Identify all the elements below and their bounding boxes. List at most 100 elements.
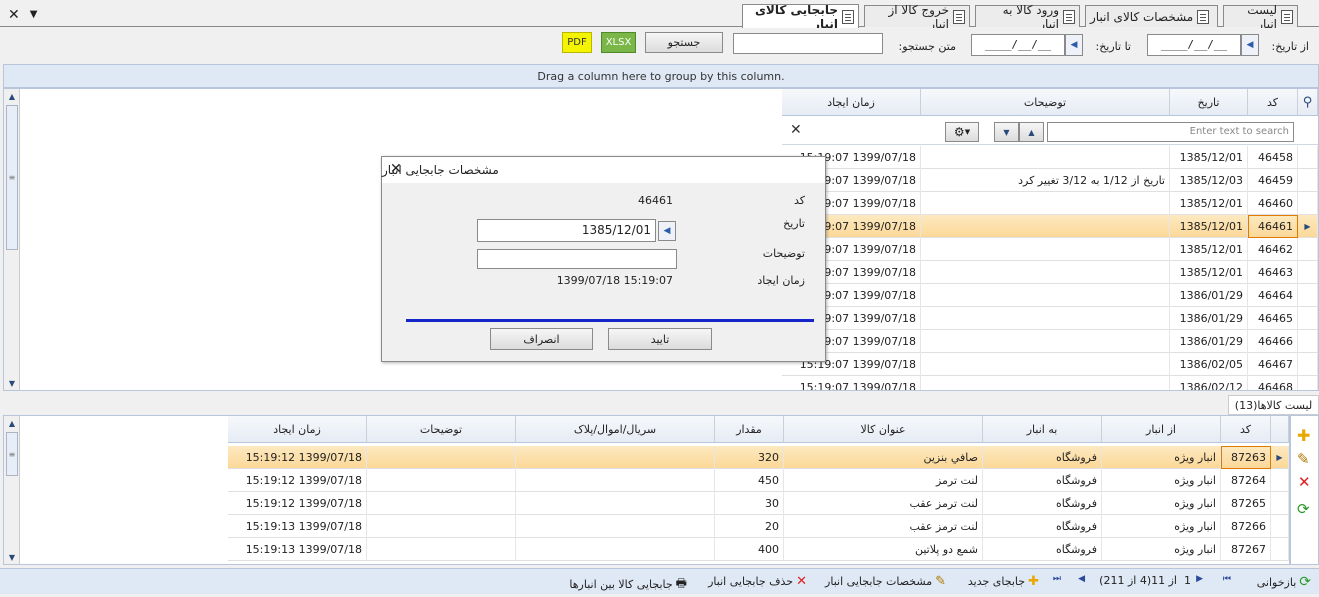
column-header-description[interactable]: توضیحات [921,89,1170,116]
search-options-button[interactable]: ⚙ ▼ [945,122,979,142]
refresh-items-icon[interactable]: ⟳ [1297,500,1310,518]
row-indicator [1298,353,1318,376]
cell-item-title: لنت ترمز عقب [784,515,983,538]
column-header-code[interactable]: کد [1248,89,1298,116]
column-header-created[interactable]: زمان ایجاد [782,89,921,116]
cell-description [921,376,1170,390]
vertical-scrollbar[interactable]: ▲ ≡ ▼ [4,89,20,390]
table-row[interactable]: 46465 1386/01/29 15:19:07 1399/07/18 [782,307,1318,330]
add-item-icon[interactable]: ✚ [1297,426,1310,445]
ok-button[interactable]: تایید [608,328,712,350]
scroll-down-icon[interactable]: ▼ [4,376,20,390]
column-header-from-warehouse[interactable]: از انبار [1102,416,1221,443]
tab-warehouse-exit[interactable]: خروج کالا از انبار [864,3,970,31]
gear-icon: ⚙ [953,125,965,139]
table-row[interactable]: 87267 انبار ویژه فروشگاه شمع دو پلاتین 400 15… [228,538,1289,561]
grid-search-input[interactable]: Enter text to search [1047,122,1294,142]
group-by-panel[interactable]: Drag a column here to group by this colu… [3,64,1319,88]
delete-transfer-button[interactable]: ✕ حذف جابجایی انبار [708,574,807,589]
column-header-created[interactable]: زمان ایجاد [228,416,367,443]
table-row[interactable]: ▶ 46461 1385/12/01 15:19:07 1399/07/18 [782,215,1318,238]
previous-page-icon[interactable]: ▶ [1196,574,1203,584]
dialog-date-field[interactable]: 1385/12/01 [477,219,656,242]
column-header-code[interactable]: کد [1221,416,1271,443]
table-row[interactable]: 46459 1385/12/03 تاریخ از 1/12 به 3/12 تغی… [782,169,1318,192]
cell-date: 1385/12/01 [1170,261,1248,284]
from-date-picker-button[interactable]: ◀ [1241,34,1259,56]
table-row[interactable]: 46460 1385/12/01 15:19:07 1399/07/18 [782,192,1318,215]
window-controls: ✕ ▼ [8,7,37,23]
cell-code: 46467 [1248,353,1298,376]
delete-item-icon[interactable]: ✕ [1298,473,1311,491]
row-indicator [1298,307,1318,330]
cell-description [367,446,516,469]
cell-date: 1386/02/12 [1170,376,1248,390]
from-date-field[interactable]: ____/__/__ [1147,34,1241,56]
tab-warehouse-item-specs[interactable]: مشخصات کالای انبار [1085,5,1218,27]
scroll-thumb[interactable]: ≡ [6,105,18,250]
export-xlsx-button[interactable]: XLSX [601,32,636,53]
first-page-icon[interactable]: ⏮ [1223,574,1231,584]
scroll-up-icon[interactable]: ▲ [4,89,20,103]
column-header-quantity[interactable]: مقدار [715,416,784,443]
to-date-picker-button[interactable]: ◀ [1065,34,1083,56]
close-icon[interactable]: ✕ [8,7,20,23]
cell-code: 46468 [1248,376,1298,390]
page-number[interactable]: 1 [1184,574,1191,587]
dialog-code-value: 46461 [638,194,673,207]
table-row[interactable]: 87266 انبار ویژه فروشگاه لنت ترمز عقب 20 15:1… [228,515,1289,538]
close-icon[interactable]: ✕ [390,161,402,177]
scroll-down-icon[interactable]: ▼ [4,550,20,564]
to-date-field[interactable]: ____/__/__ [971,34,1065,56]
table-row[interactable]: 46467 1386/02/05 15:19:07 1399/07/18 [782,353,1318,376]
new-transfer-button[interactable]: ✚ جابجای جدید [968,574,1039,589]
column-header-to-warehouse[interactable]: به انبار [983,416,1102,443]
cell-code: 87264 [1221,469,1271,492]
table-row[interactable]: 46468 1386/02/12 15:19:07 1399/07/18 [782,376,1318,390]
row-indicator [1271,469,1289,492]
search-toggle[interactable]: ⚲ [1298,89,1318,116]
table-row[interactable]: 46458 1385/12/01 15:19:07 1399/07/18 [782,146,1318,169]
table-row[interactable]: ▶ 87263 انبار ویژه فروشگاه صافي بنزين 320 15:1… [228,446,1289,469]
row-indicator [1298,238,1318,261]
column-header-item-title[interactable]: عنوان کالا [784,416,983,443]
table-row[interactable]: 46464 1386/01/29 15:19:07 1399/07/18 [782,284,1318,307]
column-header-date[interactable]: تاریخ [1170,89,1248,116]
table-row[interactable]: 46462 1385/12/01 15:19:07 1399/07/18 [782,238,1318,261]
scroll-thumb[interactable]: ≡ [6,432,18,476]
search-button[interactable]: جستجو [645,32,723,53]
edit-item-icon[interactable]: ✎ [1297,450,1310,468]
clear-search-icon[interactable]: ✕ [790,122,802,138]
table-row[interactable]: 46463 1385/12/01 15:19:07 1399/07/18 [782,261,1318,284]
search-text-input[interactable] [733,33,883,54]
tab-warehouse-transfer[interactable]: جابجایی کالای انبار [742,3,859,31]
column-header-serial[interactable]: سریال/اموال/پلاک [516,416,715,443]
transfer-details-button[interactable]: ✎ مشخصات جابجایی انبار [825,574,946,589]
export-pdf-button[interactable]: PDF [562,32,592,53]
last-page-icon[interactable]: ⏭ [1053,574,1061,584]
cell-created: 15:19:13 1399/07/18 [228,515,367,538]
vertical-scrollbar[interactable]: ▲ ≡ ▼ [4,416,20,564]
cell-from-warehouse: انبار ویژه [1102,515,1221,538]
cancel-button[interactable]: انصراف [490,328,593,350]
scroll-up-icon[interactable]: ▲ [4,416,20,430]
cell-item-title: صافي بنزين [784,446,983,469]
chevron-down-icon[interactable]: ▼ [30,9,38,23]
table-row[interactable]: 87264 انبار ویژه فروشگاه لنت ترمز 450 15:19:1… [228,469,1289,492]
table-row[interactable]: 46466 1386/01/29 15:19:07 1399/07/18 [782,330,1318,353]
print-transfers-button[interactable]: 🖶 جابجایی کالا بین انبارها [569,574,687,595]
cell-created: 15:19:12 1399/07/18 [228,469,367,492]
search-icon: ⚲ [1302,94,1313,110]
cell-date: 1385/12/01 [1170,192,1248,215]
tab-warehouse-entry[interactable]: ورود کالا به انبار [975,3,1080,31]
dialog-date-label: تاریخ [783,217,805,230]
tab-warehouse-list[interactable]: لیست انبار [1223,3,1298,31]
dialog-description-field[interactable] [477,249,677,269]
reload-button[interactable]: ⟳ بازخوانی [1257,574,1311,590]
find-next-button[interactable]: ▼ [994,122,1019,142]
table-row[interactable]: 87265 انبار ویژه فروشگاه لنت ترمز عقب 30 15:1… [228,492,1289,515]
date-picker-button[interactable]: ◀ [658,221,676,241]
find-previous-button[interactable]: ▲ [1019,122,1044,142]
column-header-description[interactable]: توضیحات [367,416,516,443]
next-page-icon[interactable]: ◀ [1078,574,1085,584]
